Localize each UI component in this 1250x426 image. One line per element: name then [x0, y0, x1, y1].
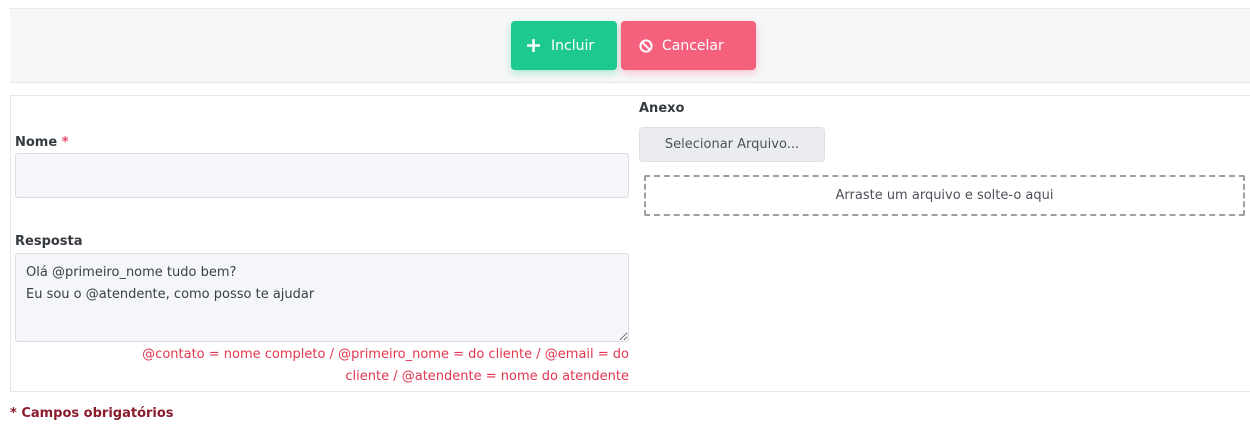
file-dropzone[interactable]: Arraste um arquivo e solte-o aqui	[644, 175, 1245, 216]
cancel-button[interactable]: Cancelar	[621, 21, 756, 70]
name-label: Nome *	[15, 135, 69, 150]
include-button[interactable]: Incluir	[511, 21, 617, 70]
required-fields-note: * Campos obrigatórios	[10, 406, 174, 421]
plus-icon	[527, 39, 540, 52]
name-label-text: Nome	[15, 135, 58, 150]
action-toolbar: Incluir Cancelar	[10, 8, 1250, 83]
dropzone-text: Arraste um arquivo e solte-o aqui	[835, 188, 1054, 203]
required-marker: *	[61, 135, 69, 150]
select-file-button[interactable]: Selecionar Arquivo...	[639, 127, 825, 162]
ban-icon	[639, 38, 653, 53]
response-label: Resposta	[15, 234, 83, 249]
name-input[interactable]	[15, 153, 629, 198]
placeholder-help-text: @contato = nome completo / @primeiro_nom…	[15, 344, 629, 388]
help-line-1: @contato = nome completo / @primeiro_nom…	[142, 347, 629, 362]
help-line-2: cliente / @atendente = nome do atendente	[345, 369, 629, 384]
attachment-label: Anexo	[639, 101, 685, 116]
include-button-label: Incluir	[551, 37, 595, 54]
response-textarea[interactable]: Olá @primeiro_nome tudo bem? Eu sou o @a…	[15, 253, 629, 342]
cancel-button-label: Cancelar	[662, 37, 724, 54]
